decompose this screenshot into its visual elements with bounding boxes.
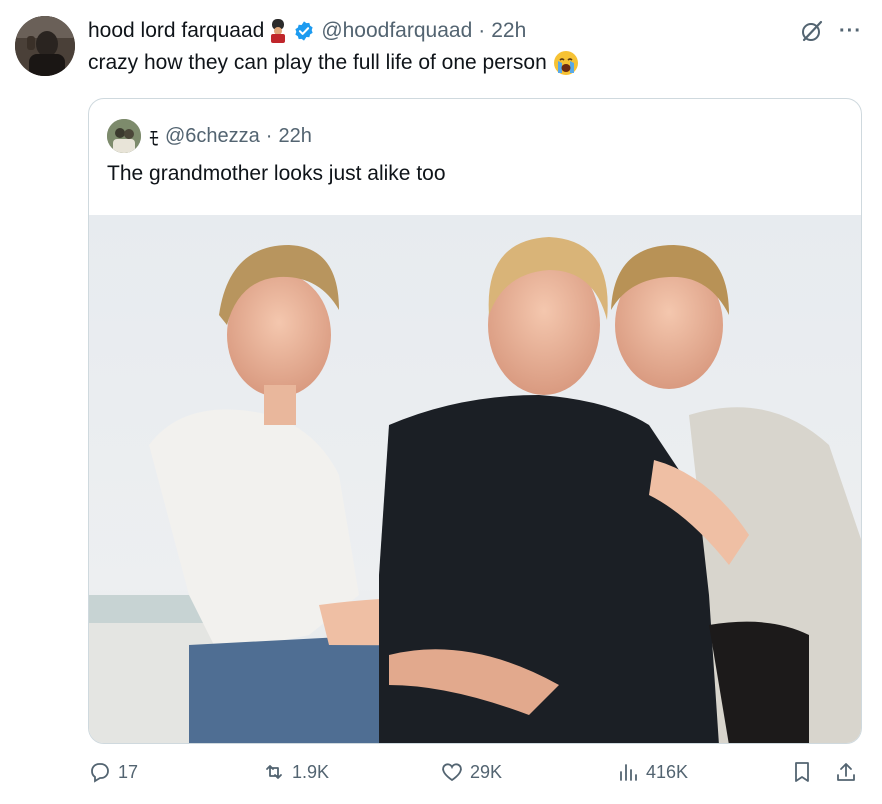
reply-button[interactable]: 17 bbox=[88, 760, 138, 784]
crying-face-emoji-icon bbox=[553, 50, 579, 76]
repost-icon bbox=[266, 765, 282, 779]
author-avatar[interactable] bbox=[15, 16, 75, 76]
tweet-header: hood lord farquaad @hoodfarquaad · 22h ·… bbox=[88, 18, 862, 44]
quoted-author-avatar[interactable] bbox=[107, 119, 141, 153]
author-display-name[interactable]: hood lord farquaad bbox=[88, 19, 264, 43]
views-count: 416K bbox=[646, 761, 689, 782]
views-button[interactable]: 416K bbox=[616, 760, 688, 784]
author-handle[interactable]: @hoodfarquaad bbox=[321, 19, 472, 43]
reply-count: 17 bbox=[118, 761, 139, 782]
grok-icon[interactable] bbox=[799, 18, 825, 44]
quoted-tweet-photo[interactable] bbox=[89, 215, 861, 743]
like-count: 29K bbox=[470, 761, 503, 782]
separator-dot: · bbox=[265, 124, 273, 147]
separator-dot: · bbox=[478, 19, 486, 42]
tweet-text: crazy how they can play the full life of… bbox=[88, 50, 579, 76]
more-options-icon[interactable]: ··· bbox=[839, 21, 862, 41]
tweet-action-bar: 17 1.9K 29K 416K bbox=[0, 760, 882, 792]
quoted-author-handle[interactable]: @6chezza bbox=[165, 125, 260, 148]
share-icon bbox=[837, 763, 855, 781]
repost-button[interactable]: 1.9K bbox=[262, 760, 329, 784]
guard-emoji-icon bbox=[267, 19, 289, 43]
bookmark-icon bbox=[795, 762, 809, 782]
tweet-text-content: crazy how they can play the full life of… bbox=[88, 51, 547, 74]
quoted-tweet-text: The grandmother looks just alike too bbox=[107, 162, 446, 185]
verified-badge-icon[interactable] bbox=[293, 20, 315, 42]
like-button[interactable]: 29K bbox=[440, 760, 502, 784]
share-button[interactable] bbox=[834, 760, 864, 784]
views-chart-icon bbox=[620, 764, 637, 781]
quoted-author-name[interactable]: ﾓ bbox=[149, 122, 159, 151]
quoted-tweet-header: ﾓ @6chezza · 22h bbox=[107, 119, 312, 153]
quoted-tweet-card[interactable]: ﾓ @6chezza · 22h The grandmother looks j… bbox=[88, 98, 862, 744]
bookmark-button[interactable] bbox=[790, 760, 820, 784]
quoted-tweet-timestamp[interactable]: 22h bbox=[278, 125, 311, 148]
repost-count: 1.9K bbox=[292, 761, 330, 782]
tweet-timestamp[interactable]: 22h bbox=[491, 19, 526, 43]
reply-icon bbox=[91, 763, 109, 783]
heart-icon bbox=[442, 763, 462, 782]
